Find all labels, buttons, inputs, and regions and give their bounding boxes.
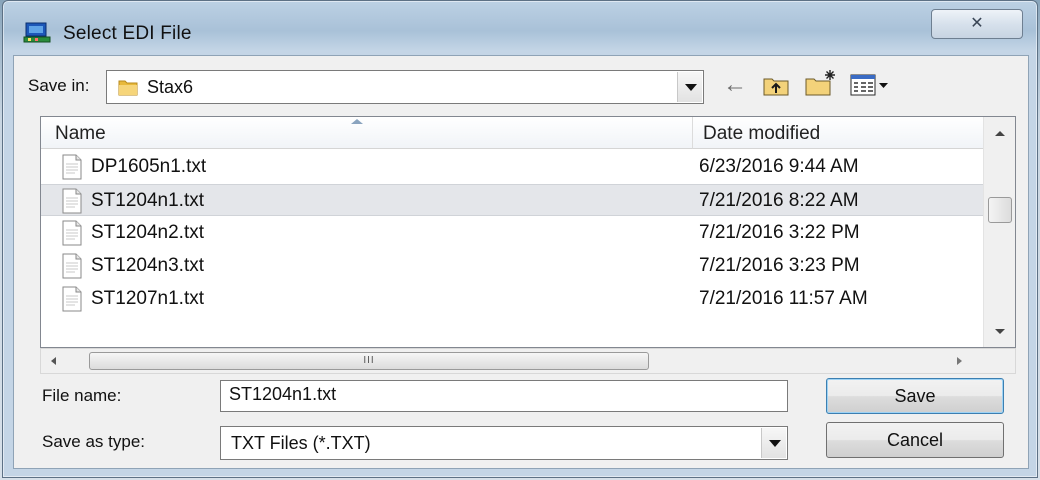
save-in-value: Stax6 <box>147 77 194 97</box>
text-file-icon <box>62 253 82 279</box>
file-row[interactable]: ST1204n3.txt 7/21/2016 3:23 PM <box>41 250 983 282</box>
file-row[interactable]: ST1207n1.txt 7/21/2016 11:57 AM <box>41 283 983 315</box>
chevron-down-icon[interactable] <box>677 72 702 102</box>
scroll-left-icon[interactable] <box>51 357 56 365</box>
column-name-label: Name <box>55 123 106 144</box>
file-list[interactable]: Name Date modified DP1605n1.txt 6/23/2016… <box>40 116 1016 348</box>
save-as-type-dropdown[interactable]: TXT Files (*.TXT) <box>220 426 788 460</box>
text-file-icon <box>62 286 82 312</box>
file-date-cell: 6/23/2016 9:44 AM <box>699 156 859 177</box>
text-file-icon <box>62 220 82 246</box>
scroll-up-icon[interactable] <box>995 131 1005 136</box>
file-name-cell: DP1605n1.txt <box>91 156 207 177</box>
horizontal-scrollbar[interactable]: III <box>40 348 1016 374</box>
close-icon: ✕ <box>970 15 984 32</box>
text-file-icon <box>62 154 82 180</box>
sort-ascending-icon <box>351 119 363 124</box>
file-name-cell: ST1204n2.txt <box>91 222 205 243</box>
column-header-date-modified[interactable]: Date modified <box>693 117 983 149</box>
save-as-type-label: Save as type: <box>42 432 146 451</box>
title-bar[interactable]: Select EDI File ✕ <box>3 1 1037 55</box>
back-arrow-icon[interactable]: ← <box>722 72 748 98</box>
file-name-cell: ST1207n1.txt <box>91 288 205 309</box>
save-button[interactable]: Save <box>826 378 1004 414</box>
save-in-dropdown[interactable]: Stax6 <box>106 70 704 104</box>
file-name-input[interactable]: ST1204n1.txt <box>220 380 788 412</box>
column-header-name[interactable]: Name <box>41 117 693 149</box>
file-row[interactable]: DP1605n1.txt 6/23/2016 9:44 AM <box>41 151 983 183</box>
file-date-cell: 7/21/2016 8:22 AM <box>699 190 859 211</box>
vertical-scroll-thumb[interactable] <box>988 197 1012 223</box>
new-folder-icon[interactable] <box>804 68 838 98</box>
file-date-cell: 7/21/2016 3:23 PM <box>699 255 860 276</box>
file-row[interactable]: ST1204n1.txt 7/21/2016 8:22 AM <box>41 184 983 216</box>
up-folder-icon[interactable] <box>762 73 792 99</box>
file-name-cell: ST1204n1.txt <box>91 190 205 211</box>
dialog-title: Select EDI File <box>63 23 192 44</box>
chevron-down-icon[interactable] <box>761 428 786 458</box>
dialog-body: Save in: Stax6 ← Name Date modified DP16… <box>13 55 1029 469</box>
horizontal-scroll-thumb[interactable]: III <box>89 352 649 370</box>
vertical-scrollbar[interactable] <box>983 117 1015 347</box>
view-menu-icon[interactable] <box>850 72 890 98</box>
save-in-label: Save in: <box>28 76 90 95</box>
file-date-cell: 7/21/2016 11:57 AM <box>699 288 868 309</box>
file-row[interactable]: ST1204n2.txt 7/21/2016 3:22 PM <box>41 217 983 249</box>
file-name-label: File name: <box>42 386 122 405</box>
file-date-cell: 7/21/2016 3:22 PM <box>699 222 860 243</box>
select-edi-file-dialog: Select EDI File ✕ Save in: Stax6 ← Name … <box>2 0 1038 478</box>
column-date-label: Date modified <box>703 123 821 144</box>
scroll-right-icon[interactable] <box>957 357 962 365</box>
folder-icon <box>118 80 138 96</box>
file-name-cell: ST1204n3.txt <box>91 255 205 276</box>
save-as-type-value: TXT Files (*.TXT) <box>231 433 371 453</box>
scroll-down-icon[interactable] <box>995 329 1005 334</box>
cancel-button[interactable]: Cancel <box>826 422 1004 458</box>
close-button[interactable]: ✕ <box>931 9 1023 39</box>
text-file-icon <box>62 188 82 214</box>
app-icon <box>23 22 51 43</box>
